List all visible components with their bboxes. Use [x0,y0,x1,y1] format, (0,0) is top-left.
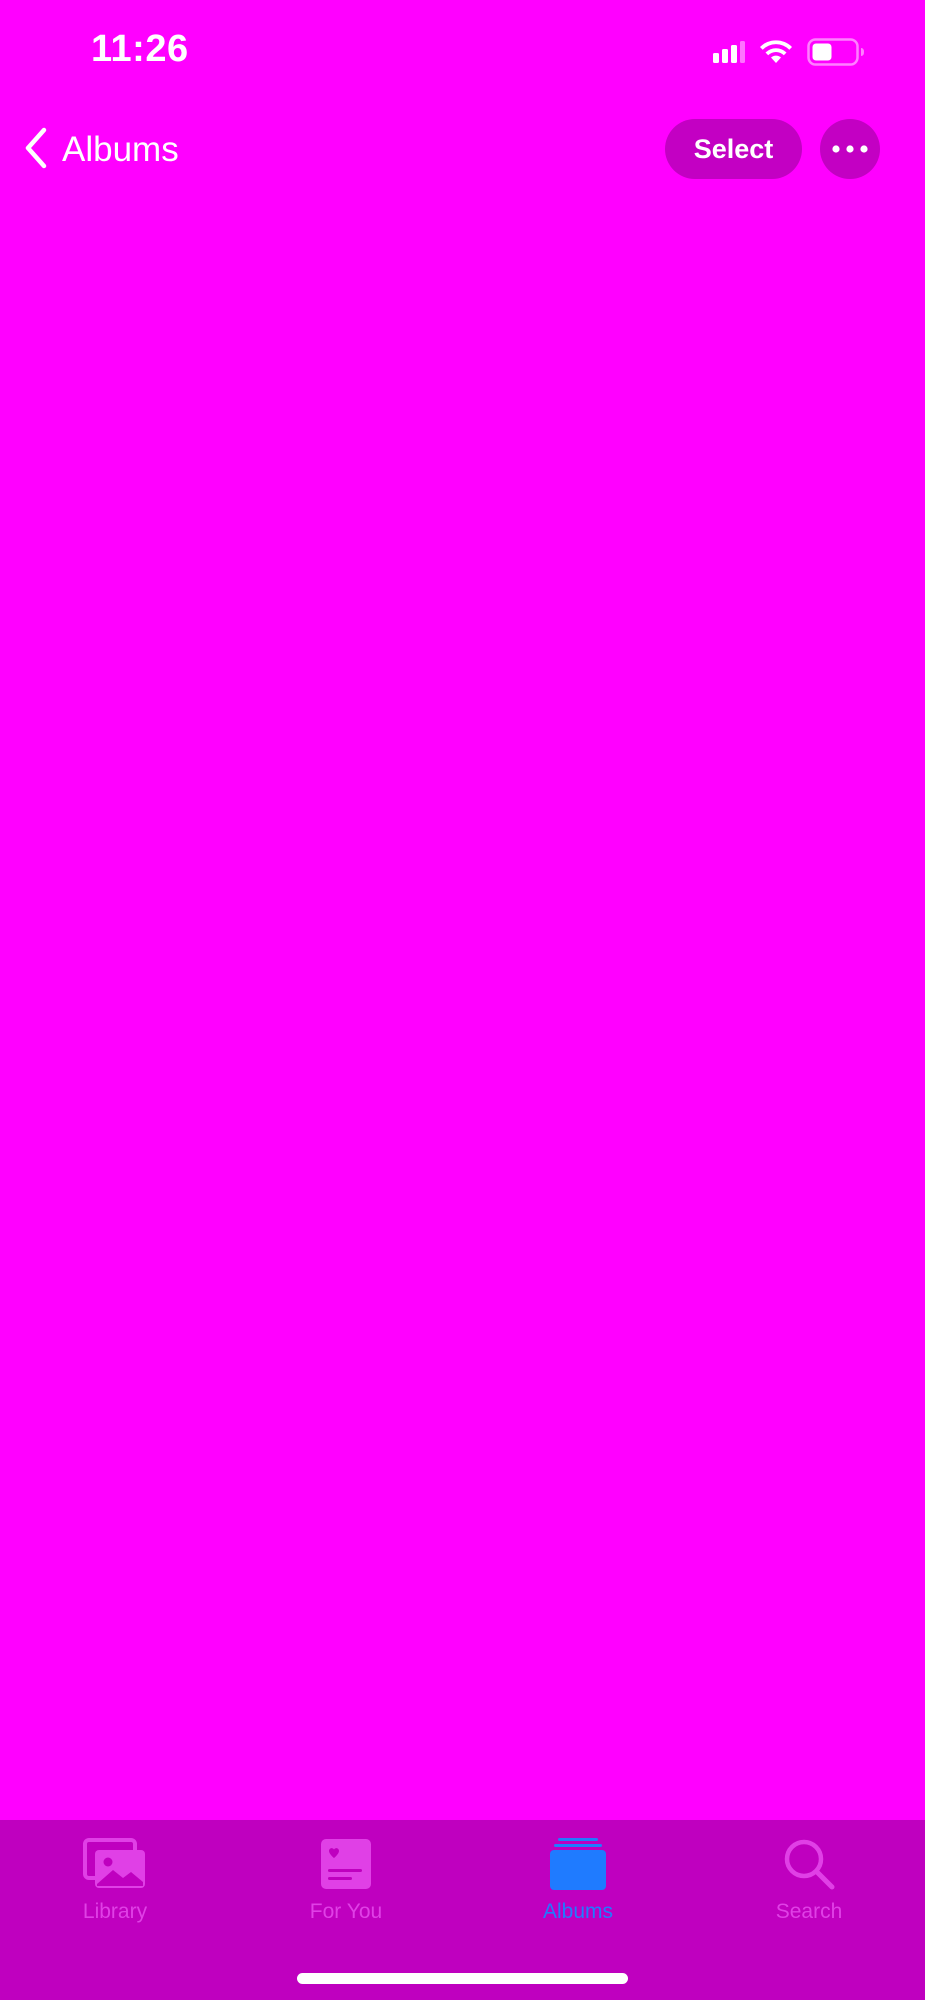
status-bar: 11:26 [0,0,925,104]
back-button[interactable]: Albums [24,124,179,176]
home-indicator[interactable] [297,1973,628,1984]
cellular-signal-icon [713,41,745,63]
tab-for-you-label: For You [309,1900,383,1923]
search-icon [782,1834,836,1894]
photo-library-icon [83,1834,147,1894]
back-button-label: Albums [62,130,179,169]
tab-for-you[interactable]: For You [246,1834,446,1944]
for-you-icon [320,1834,372,1894]
album-content-area [0,190,925,1820]
ellipsis-icon [832,140,868,158]
albums-icon [548,1834,608,1894]
tab-search[interactable]: Search [709,1834,909,1944]
status-icons [713,34,865,70]
photos-album-screen: 11:26 Albums Select Library For You Albu… [0,0,925,2000]
chevron-left-icon [24,127,48,174]
navigation-bar: Albums Select [0,110,925,190]
tab-library-label: Library [82,1900,148,1923]
tab-search-label: Search [775,1900,843,1923]
status-time: 11:26 [91,28,189,70]
select-button[interactable]: Select [665,119,802,179]
tab-albums[interactable]: Albums [478,1834,678,1944]
battery-icon [807,38,865,66]
tab-albums-label: Albums [542,1900,614,1923]
more-options-button[interactable] [820,119,880,179]
wifi-icon [759,39,793,65]
tab-library[interactable]: Library [15,1834,215,1944]
